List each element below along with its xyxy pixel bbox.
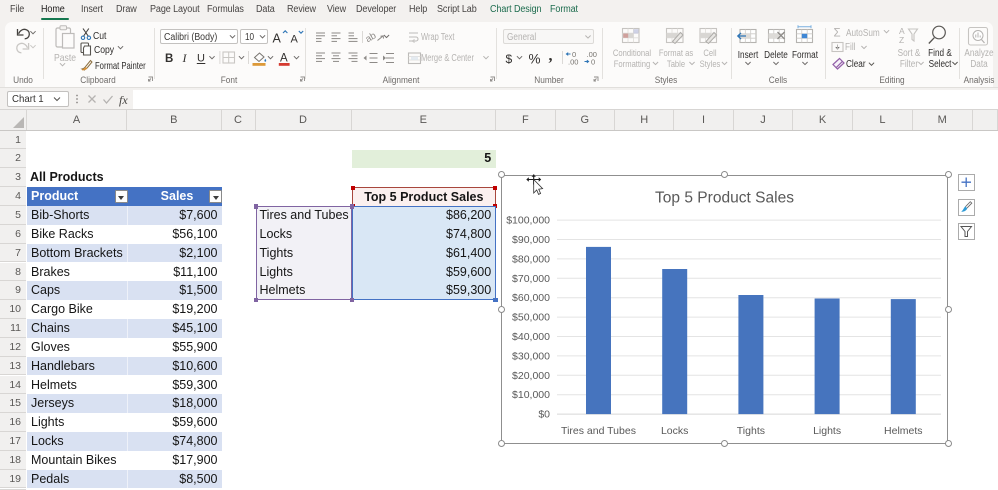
- svg-text:Lights: Lights: [813, 424, 841, 436]
- svg-text:Z: Z: [899, 35, 904, 45]
- svg-text:.00: .00: [568, 58, 578, 67]
- svg-text:$: $: [506, 52, 513, 66]
- svg-text:B: B: [165, 53, 173, 65]
- svg-text:$30,000: $30,000: [512, 350, 550, 362]
- svg-text:$80,000: $80,000: [512, 253, 550, 265]
- svg-text:U: U: [197, 53, 205, 65]
- svg-text:$70,000: $70,000: [512, 272, 550, 284]
- svg-text:Helmets: Helmets: [884, 424, 923, 436]
- svg-text:Top 5 Product Sales: Top 5 Product Sales: [655, 189, 794, 206]
- svg-text:I: I: [182, 51, 188, 65]
- svg-text:$40,000: $40,000: [512, 331, 550, 343]
- svg-text:$10,000: $10,000: [512, 389, 550, 401]
- svg-text:Tires and Tubes: Tires and Tubes: [561, 424, 636, 436]
- svg-text:$50,000: $50,000: [512, 311, 550, 323]
- svg-text:Locks: Locks: [661, 424, 688, 436]
- svg-text:A: A: [273, 32, 282, 46]
- svg-text:Σ: Σ: [834, 28, 841, 40]
- svg-text:$60,000: $60,000: [512, 292, 550, 304]
- svg-text:ab: ab: [364, 30, 379, 45]
- svg-text:%: %: [529, 52, 541, 67]
- svg-text:$20,000: $20,000: [512, 369, 550, 381]
- svg-text:fx: fx: [119, 93, 128, 107]
- svg-text:$90,000: $90,000: [512, 234, 550, 246]
- svg-text:A: A: [280, 53, 288, 65]
- svg-text:Tights: Tights: [737, 424, 765, 436]
- svg-text:A: A: [291, 34, 299, 46]
- svg-text:,: ,: [549, 48, 553, 65]
- svg-text:$100,000: $100,000: [506, 214, 550, 226]
- svg-text:$0: $0: [538, 408, 550, 420]
